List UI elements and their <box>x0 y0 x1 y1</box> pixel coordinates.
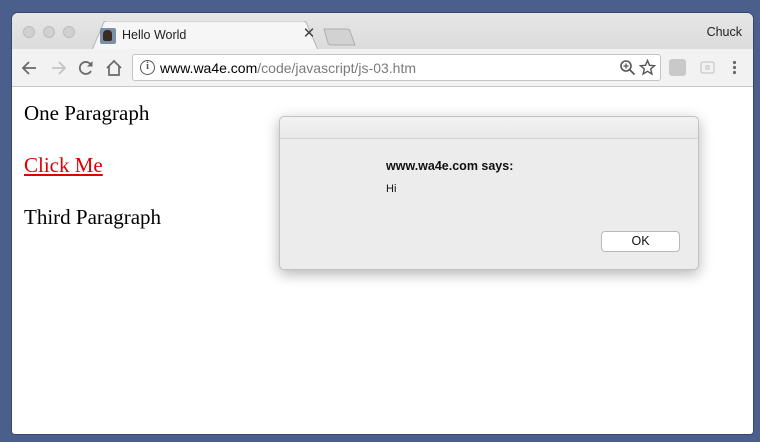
forward-arrow-icon[interactable] <box>48 58 68 78</box>
info-icon[interactable]: i <box>140 60 155 75</box>
address-bar[interactable]: i www.wa4e.com/code/javascript/js-03.htm <box>132 54 661 81</box>
profile-name[interactable]: Chuck <box>707 25 742 39</box>
menu-dots-icon[interactable] <box>726 59 743 76</box>
dialog-message: Hi <box>386 183 397 195</box>
click-me-link[interactable]: Click Me <box>24 153 103 178</box>
url-host: www.wa4e.com <box>160 60 258 76</box>
browser-toolbar: i www.wa4e.com/code/javascript/js-03.htm <box>12 49 753 87</box>
alert-dialog: www.wa4e.com says: Hi OK <box>279 116 699 270</box>
tab-strip: Hello World ✕ Chuck <box>12 13 753 50</box>
paragraph-one: One Paragraph <box>24 101 150 125</box>
browser-window: Hello World ✕ Chuck i www.wa4e.com/code/… <box>12 13 753 434</box>
extension-icon[interactable] <box>669 59 686 76</box>
dialog-titlebar <box>280 117 698 139</box>
ok-button[interactable]: OK <box>601 231 680 252</box>
zoom-window-button[interactable] <box>63 26 75 38</box>
new-tab-button[interactable] <box>323 28 357 46</box>
back-arrow-icon[interactable] <box>20 58 40 78</box>
reload-icon[interactable] <box>76 58 96 78</box>
tab-title: Hello World <box>122 28 187 42</box>
url-path: /code/javascript/js-03.htm <box>257 60 416 76</box>
avatar-favicon-icon <box>100 28 116 44</box>
url-text[interactable]: www.wa4e.com/code/javascript/js-03.htm <box>160 60 416 76</box>
minimize-window-button[interactable] <box>43 26 55 38</box>
cast-extension-icon[interactable] <box>699 59 716 76</box>
zoom-icon[interactable] <box>619 59 636 76</box>
bookmark-star-icon[interactable] <box>639 59 656 76</box>
close-tab-icon[interactable]: ✕ <box>300 25 318 43</box>
dialog-title: www.wa4e.com says: <box>386 159 514 173</box>
home-icon[interactable] <box>104 58 124 78</box>
tab-hello-world[interactable]: Hello World ✕ <box>92 21 318 50</box>
close-window-button[interactable] <box>23 26 35 38</box>
paragraph-three: Third Paragraph <box>24 205 162 229</box>
